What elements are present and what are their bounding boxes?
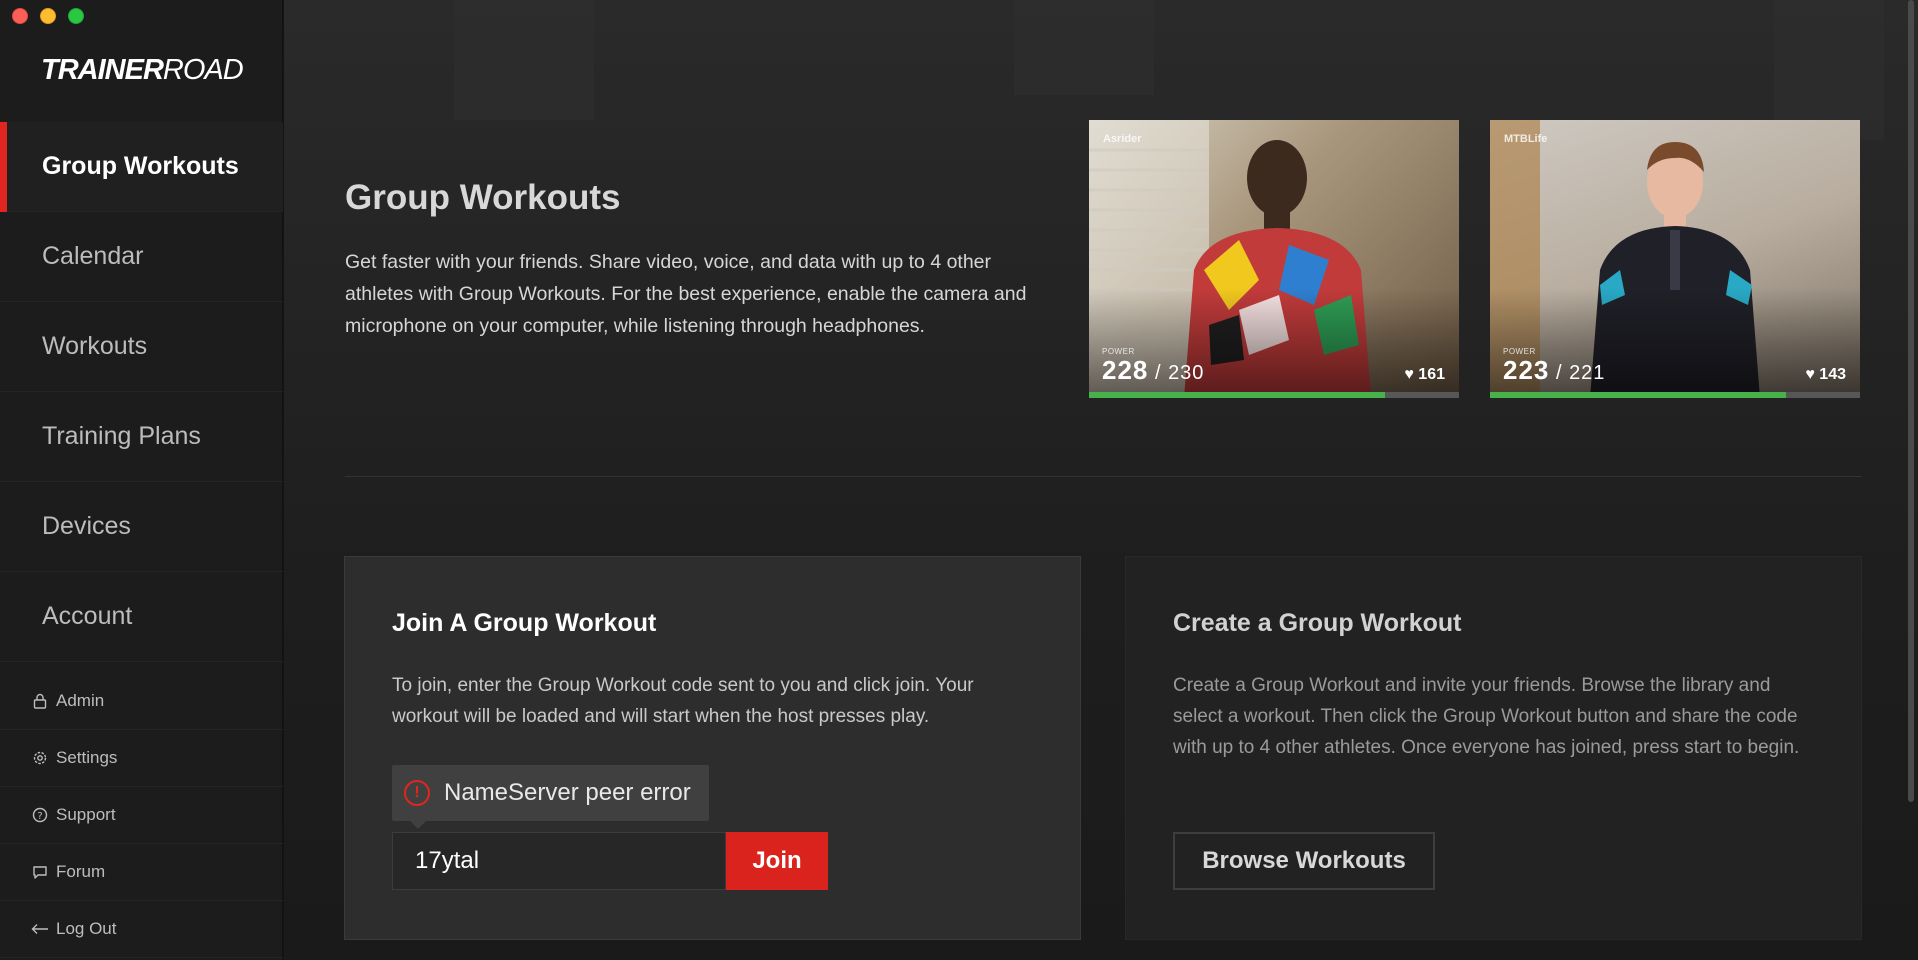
heart-rate-readout: ♥ 161 <box>1404 366 1445 384</box>
power-target: 230 <box>1168 362 1205 384</box>
nav-item-forum[interactable]: Forum <box>0 844 283 901</box>
svg-text:?: ? <box>37 811 42 822</box>
join-card-description: To join, enter the Group Workout code se… <box>392 675 974 727</box>
main-nav: Group Workouts Calendar Workouts Trainin… <box>0 122 283 662</box>
background-window-shape <box>1014 0 1154 95</box>
nav-item-devices[interactable]: Devices <box>0 482 283 572</box>
power-target: 221 <box>1569 362 1606 384</box>
interval-progress-bar <box>1490 392 1860 398</box>
close-window-button[interactable] <box>12 8 28 24</box>
nav-item-label: Support <box>56 805 116 824</box>
nav-item-group-workouts[interactable]: Group Workouts <box>0 122 283 212</box>
nav-item-label: Group Workouts <box>42 152 239 180</box>
nav-item-label: Devices <box>42 512 131 540</box>
secondary-nav: Admin Settings ? Support Forum Log Out <box>0 673 283 958</box>
join-button[interactable]: Join <box>726 832 828 890</box>
question-icon: ? <box>30 807 50 823</box>
page-description: Get faster with your friends. Share vide… <box>345 251 1027 337</box>
nav-item-label: Account <box>42 602 133 630</box>
heart-rate-value: 143 <box>1819 366 1846 383</box>
interval-progress-fill <box>1490 392 1786 398</box>
browse-workouts-button[interactable]: Browse Workouts <box>1173 832 1435 890</box>
error-message: NameServer peer error <box>444 779 691 806</box>
heart-rate-value: 161 <box>1418 366 1445 383</box>
create-card-title: Create a Group Workout <box>1173 609 1462 637</box>
nav-item-support[interactable]: ? Support <box>0 787 283 844</box>
group-workout-code-input[interactable] <box>392 832 726 890</box>
main-content: Group Workouts Get faster with your frie… <box>284 0 1918 960</box>
nav-item-label: Settings <box>56 748 118 767</box>
minimize-window-button[interactable] <box>40 8 56 24</box>
gear-icon <box>30 750 50 766</box>
nav-item-label: Training Plans <box>42 422 201 450</box>
nav-item-label: Forum <box>56 862 106 881</box>
section-divider <box>345 476 1862 477</box>
power-readout: 223 / 221 <box>1503 355 1606 385</box>
background-window-shape <box>454 0 594 120</box>
nav-item-calendar[interactable]: Calendar <box>0 212 283 302</box>
nav-item-label: Workouts <box>42 332 148 360</box>
nav-item-label: Calendar <box>42 242 144 270</box>
heart-icon: ♥ <box>1805 366 1815 383</box>
video-tile-participant: Asrider POWER 228 / 230 ♥ 161 <box>1089 120 1459 398</box>
power-value: 228 <box>1102 355 1149 385</box>
sidebar: TRAINERROAD Group Workouts Calendar Work… <box>0 0 283 960</box>
error-tooltip: ! NameServer peer error <box>392 765 709 829</box>
arrow-left-icon <box>30 923 50 935</box>
trainerroad-logo: TRAINERROAD <box>41 54 244 86</box>
window-controls <box>12 8 84 24</box>
nav-item-log-out[interactable]: Log Out <box>0 901 283 958</box>
join-group-workout-card: Join A Group Workout To join, enter the … <box>344 556 1081 940</box>
power-readout: 228 / 230 <box>1102 355 1205 385</box>
page-title: Group Workouts <box>345 178 621 217</box>
create-group-workout-card: Create a Group Workout Create a Group Wo… <box>1125 556 1862 940</box>
maximize-window-button[interactable] <box>68 8 84 24</box>
nav-item-account[interactable]: Account <box>0 572 283 662</box>
nav-item-settings[interactable]: Settings <box>0 730 283 787</box>
nav-item-admin[interactable]: Admin <box>0 673 283 730</box>
scrollbar[interactable] <box>1908 0 1914 802</box>
create-card-description: Create a Group Workout and invite your f… <box>1173 675 1800 758</box>
chat-icon <box>30 864 50 880</box>
interval-progress-fill <box>1089 392 1385 398</box>
lock-icon <box>30 693 50 709</box>
nav-item-training-plans[interactable]: Training Plans <box>0 392 283 482</box>
nav-item-workouts[interactable]: Workouts <box>0 302 283 392</box>
participant-name: Asrider <box>1103 133 1142 145</box>
join-card-title: Join A Group Workout <box>392 609 657 637</box>
power-value: 223 <box>1503 355 1550 385</box>
participant-name: MTBLife <box>1504 133 1548 145</box>
heart-rate-readout: ♥ 143 <box>1805 366 1846 384</box>
nav-item-label: Log Out <box>56 919 117 938</box>
interval-progress-bar <box>1089 392 1459 398</box>
error-icon: ! <box>404 780 430 806</box>
nav-item-label: Admin <box>56 691 105 710</box>
background-wall-shape <box>1774 0 1884 140</box>
video-tile-participant: MTBLife POWER 223 / 221 ♥ 143 <box>1490 120 1860 398</box>
heart-icon: ♥ <box>1404 366 1414 383</box>
